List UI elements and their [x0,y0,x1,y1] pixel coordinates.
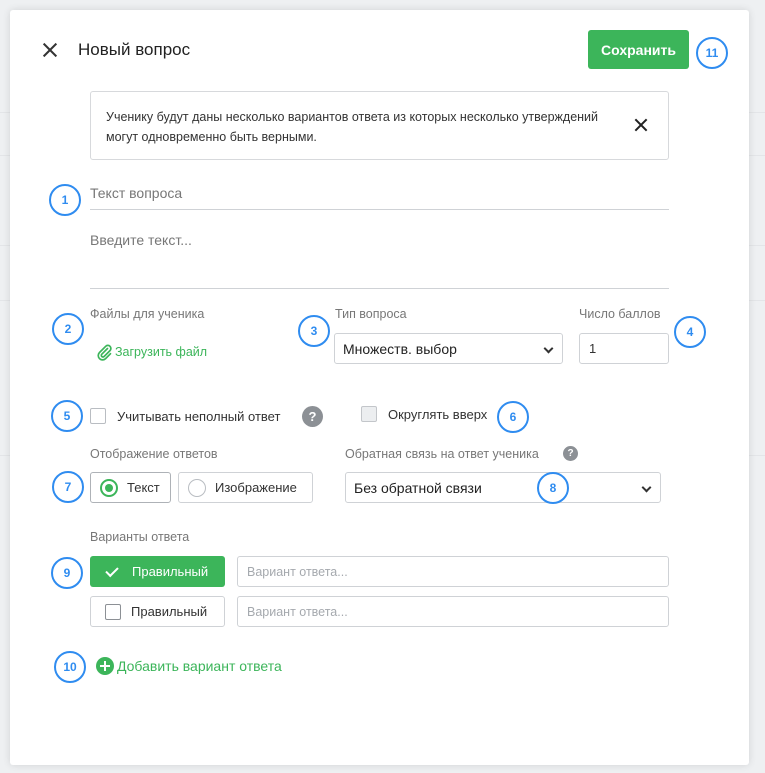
upload-file-label: Загрузить файл [115,345,208,359]
display-image-label: Изображение [215,480,297,495]
feedback-value: Без обратной связи [354,479,482,496]
annotation-marker: 7 [52,471,84,503]
close-icon[interactable] [40,40,60,60]
add-answer-label: Добавить вариант ответа [117,658,282,674]
round-up-label: Округлять вверх [388,407,488,422]
feedback-label: Обратная связь на ответ ученика [345,447,539,461]
answer-correct-label: Правильный [132,564,209,579]
answer-correct-toggle[interactable]: Правильный [90,556,225,587]
annotation-marker: 11 [696,37,728,69]
partial-answer-checkbox[interactable] [90,408,106,424]
radio-empty-icon [188,478,206,497]
annotation-marker: 6 [497,401,529,433]
info-text: Ученику будут даны несколько вариантов о… [106,110,599,144]
question-title-input[interactable] [90,176,669,210]
annotation-marker: 1 [49,184,81,216]
question-type-value: Множеств. выбор [343,340,457,357]
info-banner: Ученику будут даны несколько вариантов о… [90,91,669,160]
display-image-radio[interactable]: Изображение [178,472,313,503]
annotation-marker: 4 [674,316,706,348]
add-answer-link[interactable]: Добавить вариант ответа [96,657,282,675]
annotation-marker: 5 [51,400,83,432]
upload-file-link[interactable]: Загрузить файл [96,343,207,361]
save-button[interactable]: Сохранить [588,30,689,69]
modal-title: Новый вопрос [78,40,191,59]
annotation-marker: 3 [298,315,330,347]
feedback-select[interactable]: Без обратной связи [345,472,661,503]
radio-selected-icon [100,478,118,497]
question-type-label: Тип вопроса [335,307,407,321]
points-label: Число баллов [579,307,661,321]
info-close-icon[interactable] [633,117,649,133]
question-mark-icon[interactable]: ? [563,446,578,461]
question-mark-icon[interactable]: ? [302,406,323,427]
paperclip-icon [97,344,112,361]
answers-label: Варианты ответа [90,530,190,544]
annotation-marker: 8 [537,472,569,504]
answer-input[interactable] [237,596,669,627]
answer-correct-label: Правильный [131,604,208,619]
display-text-radio[interactable]: Текст [90,472,171,503]
annotation-marker: 9 [51,557,83,589]
files-label: Файлы для ученика [90,307,205,321]
chevron-down-icon [543,343,554,354]
answer-input[interactable] [237,556,669,587]
points-input[interactable] [579,333,669,364]
checkbox-empty-icon [105,603,121,620]
checkmark-icon [105,563,119,577]
question-type-select[interactable]: Множеств. выбор [334,333,563,364]
annotation-marker: 2 [52,313,84,345]
annotation-marker: 10 [54,651,86,683]
new-question-modal: Новый вопрос Сохранить Ученику будут дан… [10,10,749,765]
plus-circle-icon [96,657,114,675]
display-label: Отображение ответов [90,447,218,461]
question-text-input[interactable] [90,226,669,289]
partial-answer-label: Учитывать неполный ответ [117,409,281,424]
answer-correct-toggle[interactable]: Правильный [90,596,225,627]
chevron-down-icon [641,482,652,493]
display-text-label: Текст [127,480,160,495]
round-up-checkbox[interactable] [361,406,377,422]
